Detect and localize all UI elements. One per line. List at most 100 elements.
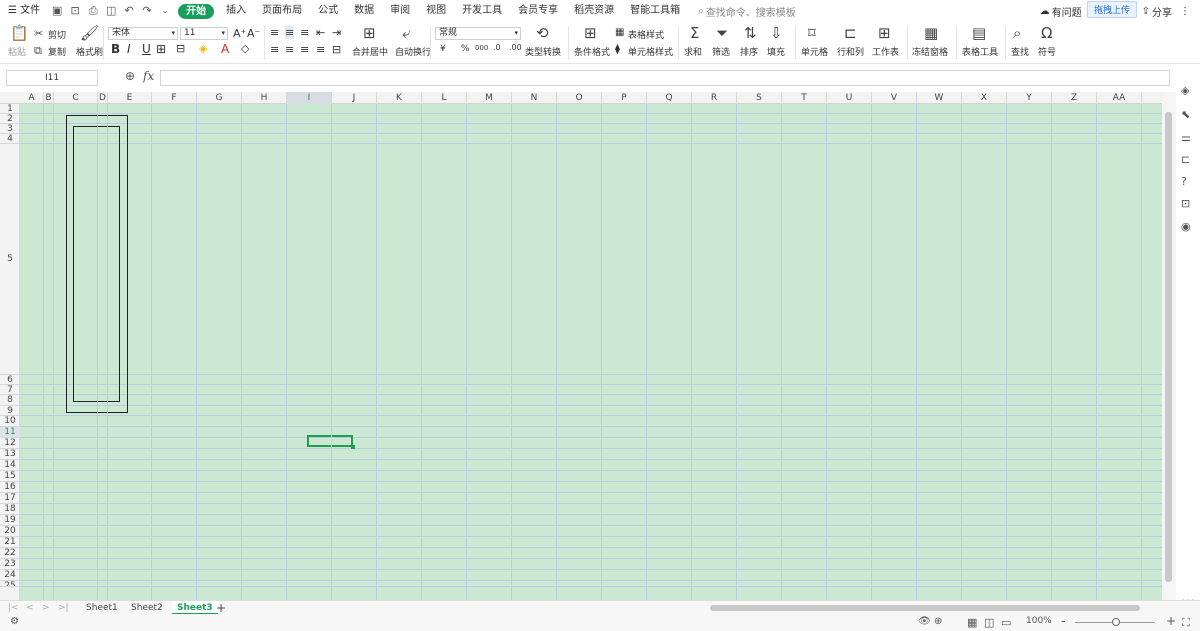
row-header-12[interactable]: 12 <box>0 438 20 449</box>
zoom-out-button[interactable]: - <box>1061 614 1065 628</box>
normal-view-icon[interactable]: ▦ <box>967 616 977 629</box>
row-header-11[interactable]: 11 <box>0 427 20 438</box>
column-header-aa[interactable]: AA <box>1097 92 1142 104</box>
tab-page-layout[interactable]: 页面布局 <box>254 0 310 22</box>
wrap-text-button[interactable]: 自动换行 <box>395 45 431 58</box>
align-right-icon[interactable]: ≡ <box>300 43 309 56</box>
row-header-2[interactable]: 2 <box>0 114 20 124</box>
column-header-q[interactable]: Q <box>647 92 692 104</box>
filter-button[interactable]: 筛选 <box>712 45 730 58</box>
freeze-button[interactable]: 冻结窗格 <box>912 45 948 58</box>
prev-sheet-icon[interactable]: < <box>26 601 34 615</box>
sort-button[interactable]: 排序 <box>740 45 758 58</box>
conditional-format-button[interactable]: 条件格式 <box>574 45 610 58</box>
thousands-button[interactable]: 000 <box>475 44 488 52</box>
column-header-k[interactable]: K <box>377 92 422 104</box>
row-header-23[interactable]: 23 <box>0 559 20 570</box>
last-sheet-icon[interactable]: >| <box>58 601 69 615</box>
tab-toolbox[interactable]: 智能工具箱 <box>622 0 688 22</box>
clear-format-icon[interactable]: ◇ <box>241 42 249 55</box>
cloud-icon[interactable]: ☁ <box>1040 6 1050 17</box>
tab-home[interactable]: 开始 <box>178 3 215 19</box>
bold-button[interactable]: B <box>111 42 120 56</box>
type-convert-icon[interactable]: ⟲ <box>536 25 549 41</box>
row-header-18[interactable]: 18 <box>0 504 20 515</box>
page-break-icon[interactable]: ▭ <box>1001 616 1011 629</box>
zoom-search-icon[interactable]: ⊕ <box>125 69 135 83</box>
wrap-text-icon[interactable]: ⤶ <box>402 25 410 41</box>
row-header-16[interactable]: 16 <box>0 482 20 493</box>
decrease-decimal-icon[interactable]: .00 <box>509 43 522 52</box>
type-convert-button[interactable]: 类型转换 <box>525 45 561 58</box>
column-header-d[interactable]: D <box>98 92 108 104</box>
export-icon[interactable]: ⊡ <box>68 4 82 18</box>
table-tools-icon[interactable]: ▤ <box>972 25 986 41</box>
font-color-icon[interactable]: A <box>221 42 229 56</box>
worksheet-icon[interactable]: ⊞ <box>878 25 891 41</box>
column-header-p[interactable]: P <box>602 92 647 104</box>
tab-resources[interactable]: 稻壳资源 <box>566 0 622 22</box>
fill-color-icon[interactable]: ◈ <box>199 42 207 55</box>
sheet-tab-3[interactable]: Sheet3 <box>172 601 218 615</box>
column-header-y[interactable]: Y <box>1007 92 1052 104</box>
row-col-icon[interactable]: ⊏ <box>844 25 857 41</box>
column-header-r[interactable]: R <box>692 92 737 104</box>
print-icon[interactable]: ⎙ <box>86 4 100 18</box>
tab-view[interactable]: 视图 <box>418 0 454 22</box>
row-header-25[interactable]: 25 <box>0 581 20 587</box>
macro-icon[interactable]: ⚙ <box>10 616 19 627</box>
row-col-button[interactable]: 行和列 <box>837 45 864 58</box>
row-header-13[interactable]: 13 <box>0 449 20 460</box>
merge-center-button[interactable]: 合并居中 <box>352 45 388 58</box>
fill-icon[interactable]: ⇩ <box>770 25 783 41</box>
layout-icon[interactable]: ⊏ <box>1181 153 1190 166</box>
currency-button[interactable]: ¥ <box>440 44 446 54</box>
column-header-f[interactable]: F <box>152 92 197 104</box>
column-header-s[interactable]: S <box>737 92 782 104</box>
property-icon[interactable]: ⚌ <box>1181 131 1191 144</box>
undo-icon[interactable]: ↶ <box>122 4 136 18</box>
underline-button[interactable]: U <box>142 42 151 56</box>
column-header-w[interactable]: W <box>917 92 962 104</box>
column-header-z[interactable]: Z <box>1052 92 1097 104</box>
worksheet-button[interactable]: 工作表 <box>872 45 899 58</box>
cross-icon[interactable]: ⊕ <box>934 616 942 627</box>
row-header-19[interactable]: 19 <box>0 515 20 526</box>
column-header-g[interactable]: G <box>197 92 242 104</box>
tab-formula[interactable]: 公式 <box>310 0 346 22</box>
save-icon[interactable]: ▣ <box>50 4 64 18</box>
column-header-a[interactable]: A <box>20 92 44 104</box>
align-middle-icon[interactable]: ≡ <box>285 26 295 39</box>
sum-button[interactable]: 求和 <box>684 45 702 58</box>
row-header-24[interactable]: 24 <box>0 570 20 581</box>
column-header-m[interactable]: M <box>467 92 512 104</box>
row-header-22[interactable]: 22 <box>0 548 20 559</box>
format-painter-button[interactable]: 格式刷 <box>76 45 103 58</box>
row-header-5[interactable]: 5 <box>0 144 20 375</box>
conditional-format-icon[interactable]: ⊞ <box>584 25 597 41</box>
tab-insert[interactable]: 插入 <box>218 0 254 22</box>
more-options-icon[interactable]: ⋮ <box>1180 6 1190 17</box>
command-search[interactable]: ⌕ 查找命令、搜索模板 <box>698 4 796 19</box>
column-header-l[interactable]: L <box>422 92 467 104</box>
cell-icon[interactable]: ⌑ <box>808 25 816 41</box>
column-header-o[interactable]: O <box>557 92 602 104</box>
table-tools-button[interactable]: 表格工具 <box>962 45 998 58</box>
align-top-icon[interactable]: ≡ <box>270 26 279 39</box>
help-icon[interactable]: ? <box>1181 175 1187 188</box>
column-header-j[interactable]: J <box>332 92 377 104</box>
zoom-slider-knob[interactable] <box>1112 618 1120 626</box>
border-icon[interactable]: ⊞ <box>156 42 166 56</box>
share-icon[interactable]: ⇪ <box>1142 6 1150 17</box>
row-header-9[interactable]: 9 <box>0 406 20 416</box>
zoom-level[interactable]: 100% <box>1026 616 1052 626</box>
indent-increase-icon[interactable]: ⇥ <box>332 26 341 39</box>
symbol-button[interactable]: 符号 <box>1038 45 1056 58</box>
row-header-6[interactable]: 6 <box>0 375 20 385</box>
upload-button[interactable]: 拖拽上传 <box>1087 1 1138 18</box>
distribute-icon[interactable]: ⊟ <box>332 43 341 56</box>
fill-handle[interactable] <box>351 445 355 449</box>
tab-review[interactable]: 审阅 <box>382 0 418 22</box>
cell-button[interactable]: 单元格 <box>801 45 828 58</box>
sum-icon[interactable]: Σ <box>690 25 699 41</box>
